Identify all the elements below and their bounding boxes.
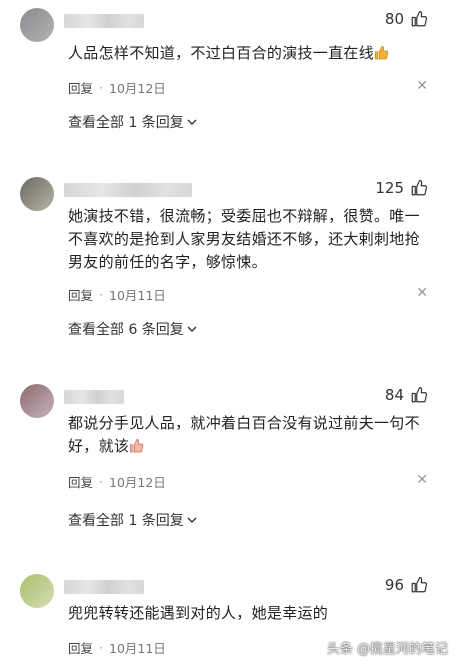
view-replies-label: 查看全部 6 条回复 xyxy=(68,322,184,338)
reply-button[interactable]: 回复 xyxy=(68,472,93,491)
reply-button[interactable]: 回复 xyxy=(68,285,93,304)
like-count: 125 xyxy=(375,179,404,197)
comment-text: 她演技不错，很流畅；受委屈也不辩解，很赞。唯一不喜欢的是抢到人家男友结婚还不够，… xyxy=(68,207,420,271)
chevron-down-icon xyxy=(187,326,197,332)
avatar[interactable] xyxy=(20,574,54,608)
thumbs-up-icon xyxy=(411,10,428,27)
close-icon[interactable]: ✕ xyxy=(416,472,428,488)
thumbs-up-emoji-icon xyxy=(374,45,390,68)
chevron-down-icon xyxy=(187,119,197,125)
username-blurred[interactable] xyxy=(64,14,144,28)
close-icon[interactable]: ✕ xyxy=(416,78,428,94)
separator-dot: · xyxy=(99,473,103,489)
thumbs-up-icon xyxy=(411,576,428,593)
reply-button[interactable]: 回复 xyxy=(68,638,93,657)
like-count: 84 xyxy=(384,386,404,404)
like-button[interactable]: 84 xyxy=(385,386,428,404)
view-replies-button[interactable]: 查看全部 1 条回复 xyxy=(68,112,197,132)
comment-date: 10月11日 xyxy=(109,287,166,303)
username-blurred[interactable] xyxy=(64,580,144,594)
view-replies-label: 查看全部 1 条回复 xyxy=(68,513,184,529)
like-count: 96 xyxy=(384,576,404,594)
thumbs-up-emoji-icon xyxy=(129,438,145,461)
view-replies-button[interactable]: 查看全部 1 条回复 xyxy=(68,510,197,530)
username-blurred[interactable] xyxy=(64,390,124,404)
comment-meta: 回复 · 10月12日 ✕ xyxy=(68,472,428,490)
thumbs-up-icon xyxy=(411,386,428,403)
separator-dot: · xyxy=(99,639,103,655)
username-blurred[interactable] xyxy=(64,183,192,197)
comment-meta: 回复 · 10月11日 ✕ xyxy=(68,285,428,303)
comment-text: 都说分手见人品，就冲着白百合没有说过前夫一句不好，就该 xyxy=(68,412,420,461)
comment-date: 10月12日 xyxy=(109,474,166,490)
view-replies-label: 查看全部 1 条回复 xyxy=(68,115,184,131)
watermark: 头条 @揽星河的笔记 xyxy=(326,642,448,657)
like-count: 80 xyxy=(384,10,404,28)
separator-dot: · xyxy=(99,286,103,302)
avatar[interactable] xyxy=(20,8,54,42)
like-button[interactable]: 80 xyxy=(385,10,428,28)
close-icon[interactable]: ✕ xyxy=(416,285,428,301)
like-button[interactable]: 96 xyxy=(385,576,428,594)
like-button[interactable]: 125 xyxy=(375,179,428,197)
comment-text: 人品怎样不知道，不过白百合的演技一直在线 xyxy=(68,42,420,68)
avatar[interactable] xyxy=(20,384,54,418)
thumbs-up-icon xyxy=(411,179,428,196)
comment-date: 10月12日 xyxy=(109,80,166,96)
separator-dot: · xyxy=(99,79,103,95)
avatar[interactable] xyxy=(20,177,54,211)
comment-date: 10月11日 xyxy=(109,640,166,656)
chevron-down-icon xyxy=(187,517,197,523)
comment-meta: 回复 · 10月12日 ✕ xyxy=(68,78,428,96)
comment-text: 兜兜转转还能遇到对的人，她是幸运的 xyxy=(68,604,329,622)
reply-button[interactable]: 回复 xyxy=(68,78,93,97)
view-replies-button[interactable]: 查看全部 6 条回复 xyxy=(68,319,197,339)
